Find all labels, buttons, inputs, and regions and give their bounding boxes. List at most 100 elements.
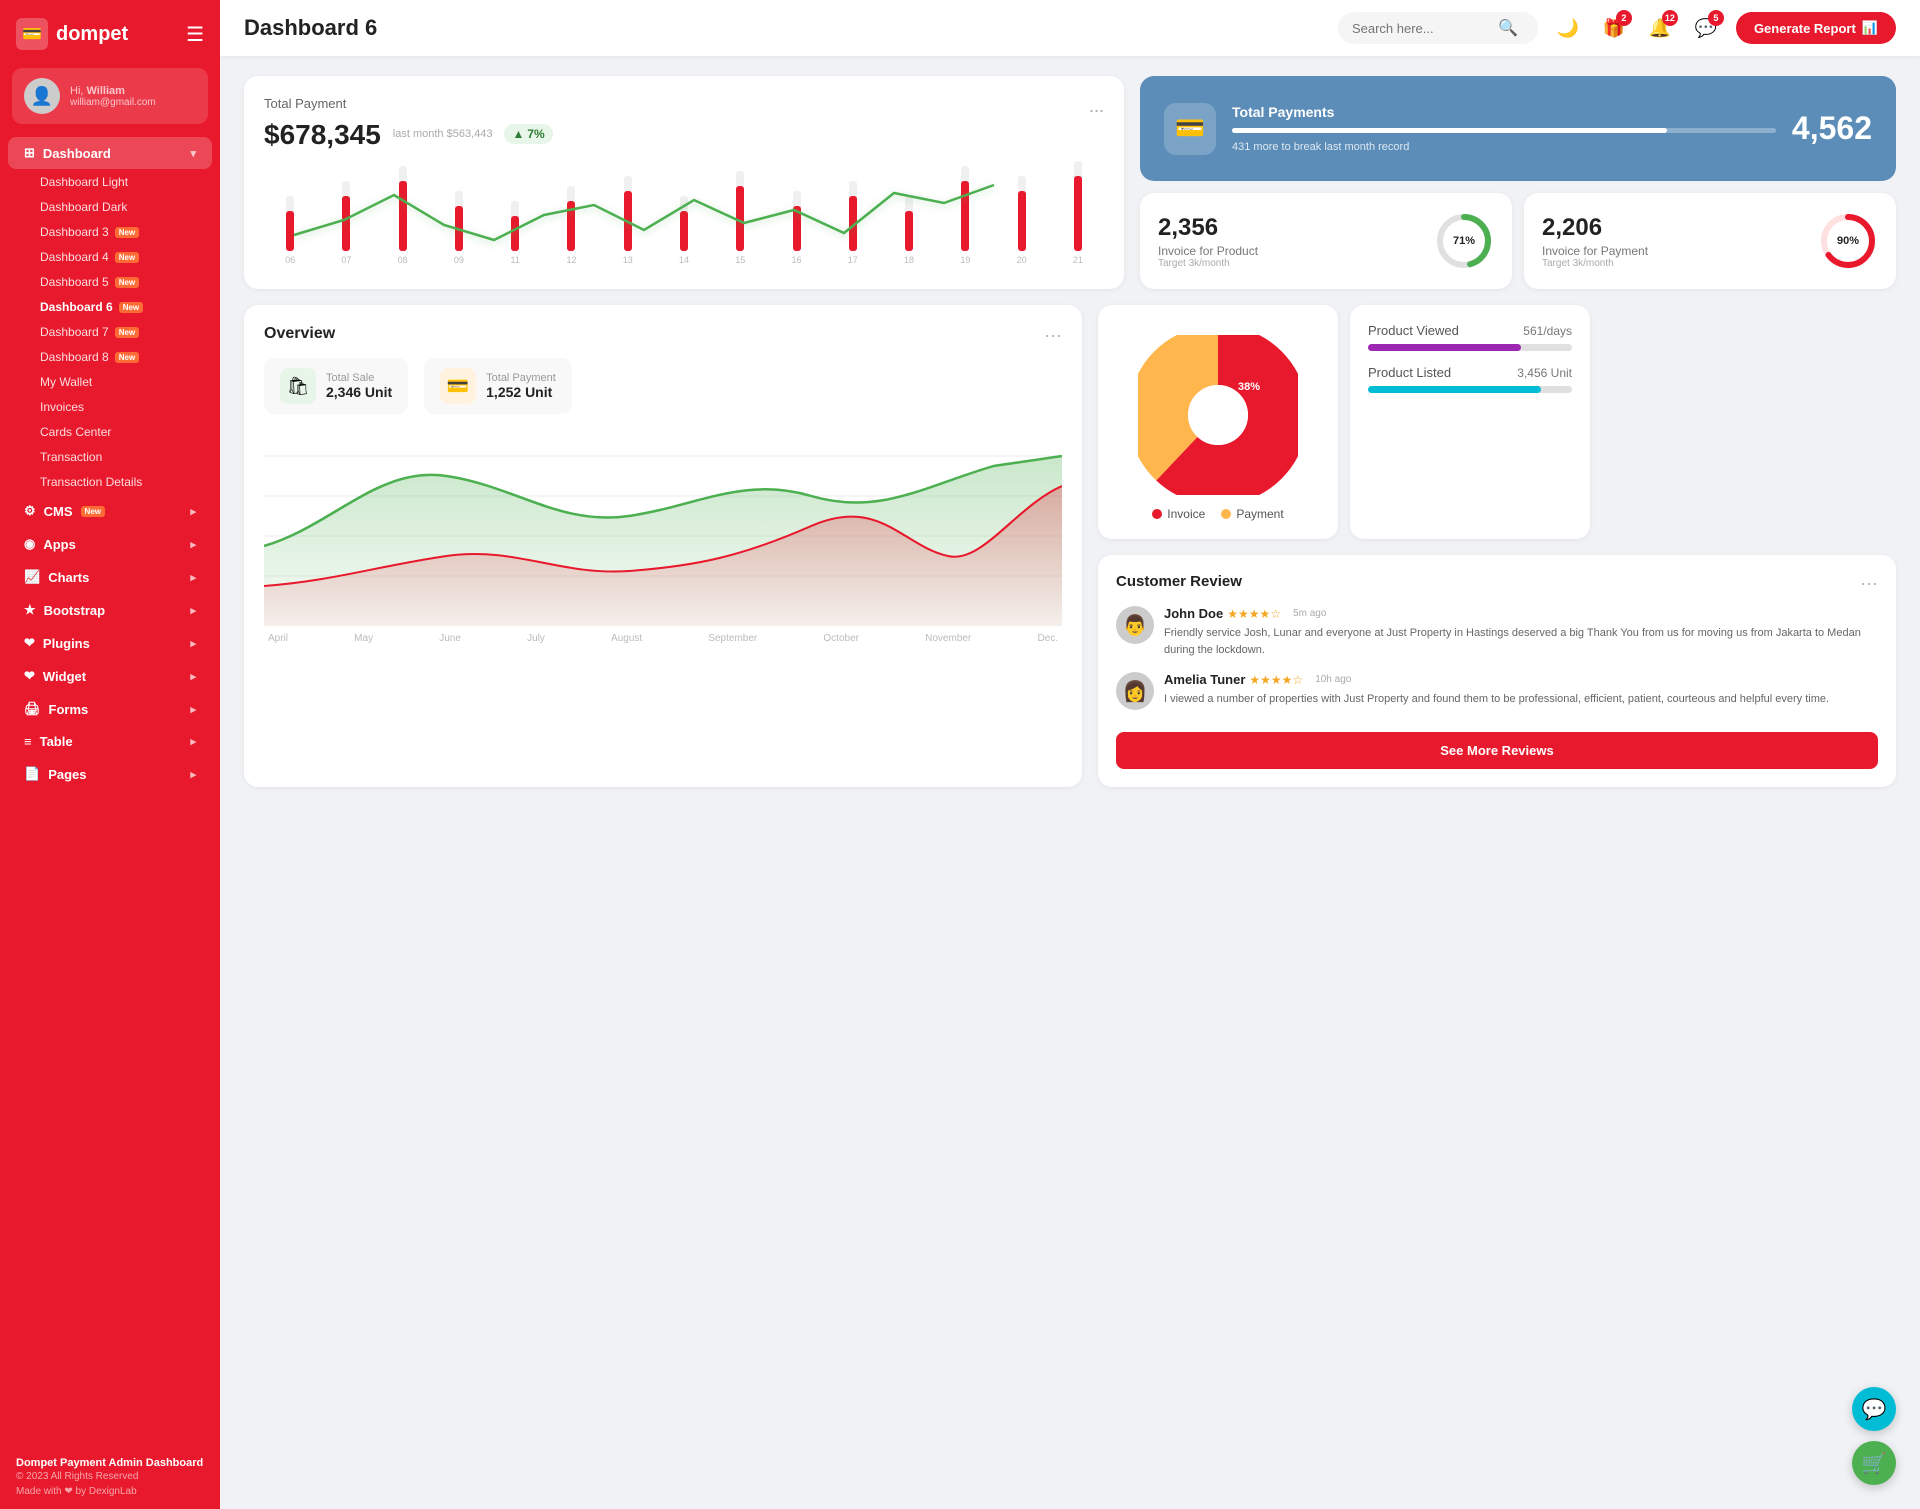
review-item-1: 👨 John Doe ★★★★☆ 5m ago Friendly service… [1116,606,1878,658]
sidebar-subitem-dashboard-dark[interactable]: Dashboard Dark [8,195,212,219]
trend-icon: ▲ [512,127,524,141]
reviewer-2-stars: ★★★★☆ [1249,673,1303,687]
sidebar-item-label: Apps [43,537,76,552]
sidebar-subitem-cards-center[interactable]: Cards Center [8,420,212,444]
bar-foreground [1018,191,1026,251]
bar-label: 06 [285,255,295,265]
bar-label: 21 [1073,255,1083,265]
sidebar-subitem-transaction-details[interactable]: Transaction Details [8,470,212,494]
bar-foreground [567,201,575,251]
message-icon-btn[interactable]: 💬 5 [1688,10,1724,46]
invoice-payment-donut: 90% [1818,211,1878,271]
chevron-right-icon: ▸ [190,505,196,518]
sidebar-subitem-dashboard-8[interactable]: Dashboard 8 New [8,345,212,369]
dashboard-icon: ⊞ [24,145,35,161]
bar-foreground [455,206,463,251]
last-month-label: last month $563,443 [393,128,493,140]
review-more-icon[interactable]: ··· [1860,573,1878,594]
page-title: Dashboard 6 [244,15,1326,41]
generate-report-button[interactable]: Generate Report 📊 [1736,12,1896,44]
moon-icon-btn[interactable]: 🌙 [1550,10,1586,46]
footer-made: Made with ❤ by DexignLab [16,1486,204,1497]
bar-foreground [905,211,913,251]
pages-icon: 📄 [24,766,40,782]
overview-card: Overview ··· 🛍 Total Sale 2,346 Unit 💳 [244,305,1082,787]
bar-foreground [961,181,969,251]
payment-dot [1221,509,1231,519]
bar-background [286,196,294,251]
sidebar-item-bootstrap[interactable]: ★ Bootstrap ▸ [8,594,212,626]
bar-background [961,166,969,251]
gift-icon-btn[interactable]: 🎁 2 [1596,10,1632,46]
sidebar-subitem-invoices[interactable]: Invoices [8,395,212,419]
x-label-august: August [611,633,642,644]
table-icon: ≡ [24,734,32,749]
bar-label: 12 [566,255,576,265]
chevron-right-icon: ▸ [190,670,196,683]
sidebar-subitem-dashboard-3[interactable]: Dashboard 3 New [8,220,212,244]
sidebar-item-widget[interactable]: ❤ Widget ▸ [8,660,212,692]
total-payment-title: Total Payment [264,96,553,111]
sidebar-item-label: CMS [44,504,73,519]
x-label-june: June [439,633,461,644]
sidebar-subitem-dashboard-5[interactable]: Dashboard 5 New [8,270,212,294]
invoice-product-card: 2,356 Invoice for Product Target 3k/mont… [1140,193,1512,289]
bar-background [399,166,407,251]
total-payment-card: Total Payment $678,345 last month $563,4… [244,76,1124,289]
invoice-payment-card: 2,206 Invoice for Payment Target 3k/mont… [1524,193,1896,289]
review-body-2: Amelia Tuner ★★★★☆ 10h ago I viewed a nu… [1164,672,1878,710]
sidebar-subitem-dashboard-4[interactable]: Dashboard 4 New [8,245,212,269]
chevron-right-icon: ▸ [190,703,196,716]
search-icon[interactable]: 🔍 [1498,18,1518,38]
chevron-right-icon: ▸ [190,571,196,584]
legend-invoice: Invoice [1152,507,1205,521]
see-more-reviews-button[interactable]: See More Reviews [1116,732,1878,769]
invoice-payment-value: 2,206 [1542,214,1648,242]
forms-icon: 🖨 [24,701,41,717]
product-listed-stat: Product Listed 3,456 Unit [1368,365,1572,393]
chat-fab[interactable]: 💬 [1852,1387,1896,1431]
sidebar-item-table[interactable]: ≡ Table ▸ [8,726,212,757]
review-title: Customer Review [1116,573,1242,590]
blue-card-sub: 431 more to break last month record [1232,141,1776,153]
reviewer-1-avatar: 👨 [1116,606,1154,644]
sidebar-subitem-transaction[interactable]: Transaction [8,445,212,469]
chevron-right-icon: ▸ [190,735,196,748]
bar-group: 08 [377,166,429,265]
more-options-icon[interactable]: ... [1089,96,1104,117]
sidebar-item-label: Bootstrap [44,603,105,618]
sidebar-item-cms[interactable]: ⚙ CMS New ▸ [8,495,212,527]
sidebar-subitem-dashboard-light[interactable]: Dashboard Light [8,170,212,194]
sidebar-item-forms[interactable]: 🖨 Forms ▸ [8,693,212,725]
pie-legend: Invoice Payment [1116,507,1320,521]
sidebar-item-label: Plugins [43,636,90,651]
bar-chart: 06 07 08 09 11 [264,165,1104,265]
bell-badge: 12 [1662,10,1678,26]
sidebar-item-plugins[interactable]: ❤ Plugins ▸ [8,627,212,659]
bar-background [511,201,519,251]
trend-value: 7% [527,127,544,141]
search-input[interactable] [1352,21,1492,36]
bar-group: 12 [545,186,597,265]
sidebar-item-label: Table [40,734,73,749]
gift-badge: 2 [1616,10,1632,26]
bell-icon-btn[interactable]: 🔔 12 [1642,10,1678,46]
sidebar-item-pages[interactable]: 📄 Pages ▸ [8,758,212,790]
pie-chart-card: 62% 38% Invoice Payment [1098,305,1338,539]
row-2: Overview ··· 🛍 Total Sale 2,346 Unit 💳 [244,305,1896,787]
sidebar-item-apps[interactable]: ◉ Apps ▸ [8,528,212,560]
sidebar-subitem-dashboard-7[interactable]: Dashboard 7 New [8,320,212,344]
product-listed-value: 3,456 Unit [1517,366,1572,380]
chevron-right-icon: ▸ [190,768,196,781]
cms-icon: ⚙ [24,503,36,519]
product-listed-bar [1368,386,1541,393]
cart-fab[interactable]: 🛒 [1852,1441,1896,1485]
sidebar-subitem-my-wallet[interactable]: My Wallet [8,370,212,394]
overview-more-icon[interactable]: ··· [1044,325,1062,346]
invoice-product-info: 2,356 Invoice for Product Target 3k/mont… [1158,214,1258,269]
bar-label: 19 [960,255,970,265]
sidebar-subitem-dashboard-6[interactable]: Dashboard 6 New [8,295,212,319]
sidebar-item-charts[interactable]: 📈 Charts ▸ [8,561,212,593]
sidebar-item-dashboard[interactable]: ⊞ Dashboard ▾ [8,137,212,169]
hamburger-icon[interactable]: ☰ [186,22,204,47]
